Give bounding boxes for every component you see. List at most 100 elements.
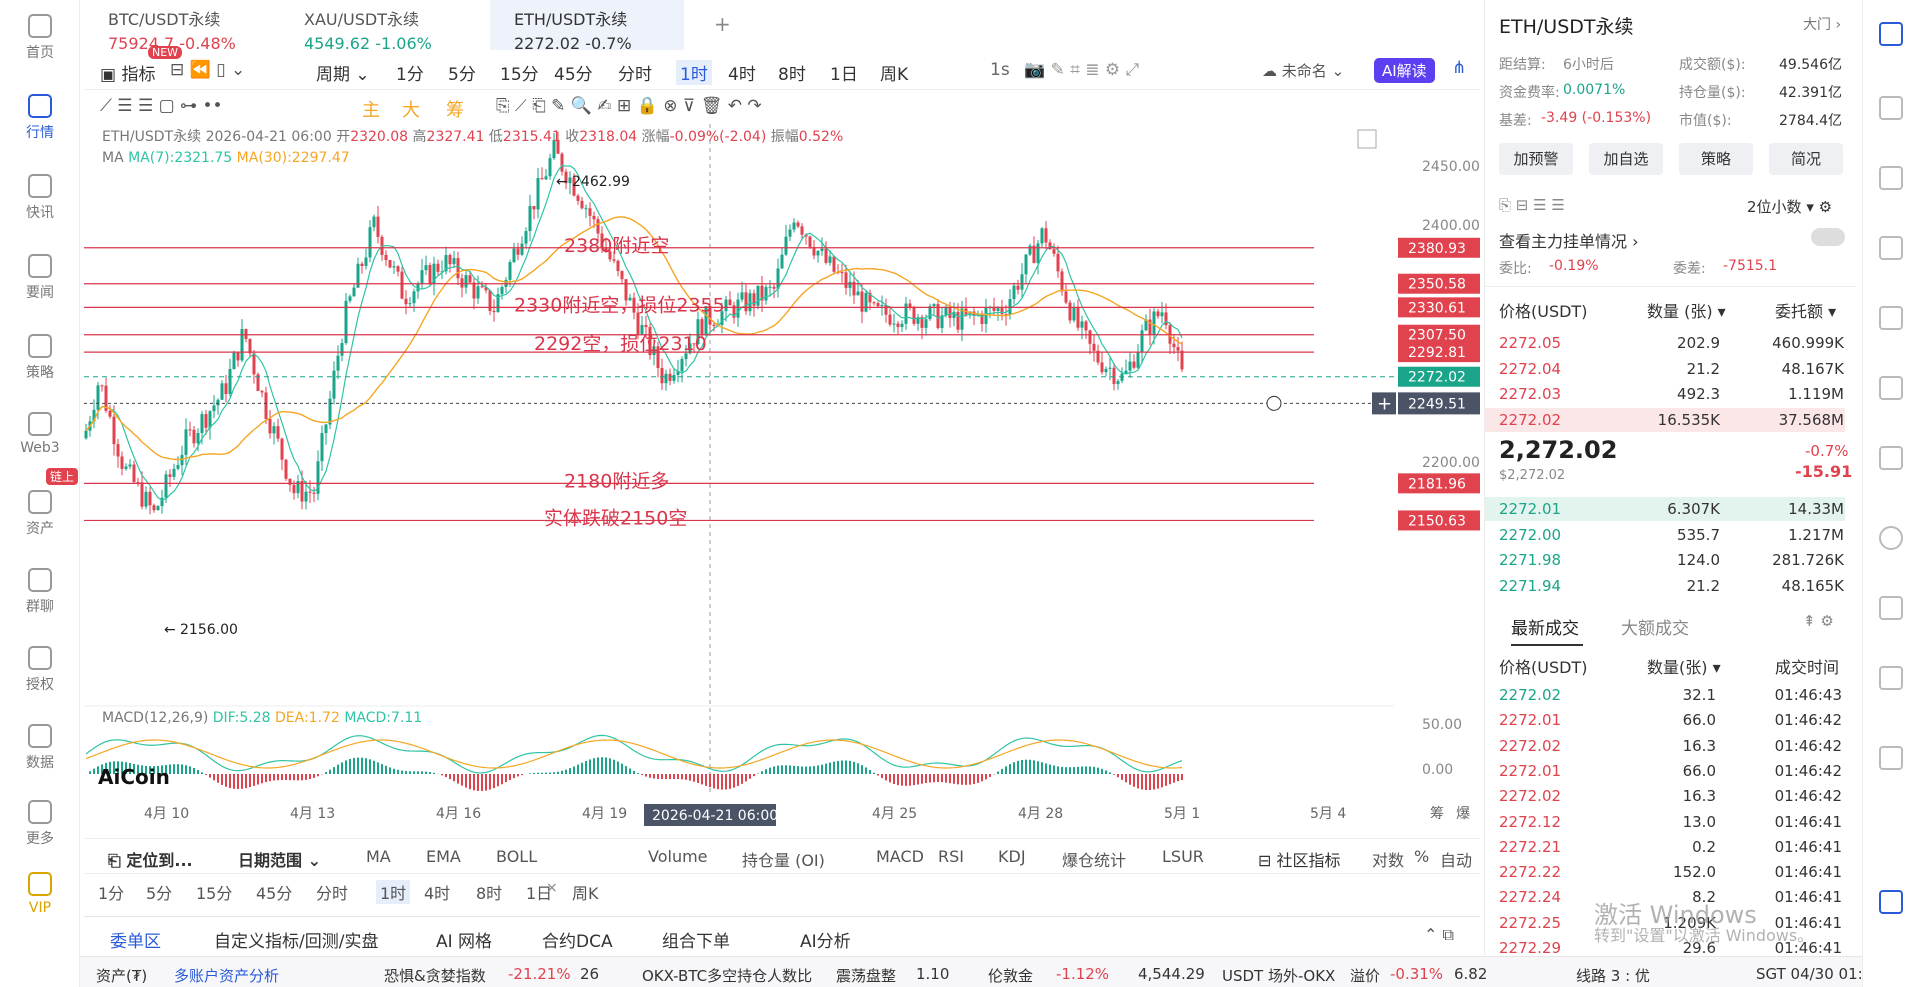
interval-row-item-0[interactable]: 1分 bbox=[98, 880, 124, 904]
indicator-item-0[interactable]: MA bbox=[366, 847, 391, 866]
sidebar-item-6[interactable]: 资产 bbox=[0, 490, 80, 538]
ai-button[interactable]: AI解读 bbox=[1374, 58, 1435, 83]
indicator-item-1[interactable]: EMA bbox=[426, 847, 461, 866]
interval-6[interactable]: 4时 bbox=[728, 60, 756, 85]
trade-header-qty[interactable]: 数量(张) ▾ bbox=[1647, 654, 1721, 678]
log-toggle[interactable]: 对数 bbox=[1372, 847, 1404, 871]
indicator-item-7[interactable]: KDJ bbox=[998, 847, 1026, 866]
tab-large-trades[interactable]: 大额成交 bbox=[1621, 614, 1689, 639]
bottom-tab-3[interactable]: 合约DCA bbox=[542, 927, 613, 952]
indicator-item-8[interactable]: 爆仓统计 bbox=[1062, 847, 1126, 871]
main-tool[interactable]: 主 bbox=[362, 96, 380, 122]
depth-toggle[interactable] bbox=[1811, 228, 1845, 246]
interval-5[interactable]: 1时 bbox=[676, 60, 712, 85]
sidebar-item-2[interactable]: 快讯 bbox=[0, 174, 80, 222]
interval-4[interactable]: 分时 bbox=[618, 60, 652, 85]
interval-1[interactable]: 5分 bbox=[448, 60, 476, 85]
indicator-item-5[interactable]: MACD bbox=[876, 847, 924, 866]
indicator-item-3[interactable]: Volume bbox=[648, 847, 708, 866]
bot-icon[interactable] bbox=[1879, 446, 1903, 470]
line-status[interactable]: 线路 3 : 优 bbox=[1576, 965, 1650, 986]
drawing-tools-icon[interactable]: ⟋ ☰ ☰ ▢ ⊶ •• bbox=[100, 96, 223, 116]
sidebar-item-8[interactable]: 授权 bbox=[0, 646, 80, 694]
interval-row-item-6[interactable]: 4时 bbox=[424, 880, 450, 904]
interval-2[interactable]: 15分 bbox=[500, 60, 539, 85]
percent-toggle[interactable]: % bbox=[1414, 847, 1429, 866]
etf-icon[interactable] bbox=[1879, 376, 1903, 400]
interval-7[interactable]: 8时 bbox=[778, 60, 806, 85]
document-icon[interactable] bbox=[1879, 96, 1903, 120]
interval-9[interactable]: 周K bbox=[880, 60, 908, 85]
sidebar-item-4[interactable]: 策略 bbox=[0, 334, 80, 382]
bottom-tab-2[interactable]: AI 网格 bbox=[436, 927, 492, 952]
depth-tools-icons[interactable]: ⎘ ⊟ ☰ ☰ bbox=[1499, 196, 1565, 214]
calendar-icon[interactable] bbox=[1879, 306, 1903, 330]
interval-0[interactable]: 1分 bbox=[396, 60, 424, 85]
indicator-item-9[interactable]: LSUR bbox=[1162, 847, 1204, 866]
interval-row-item-2[interactable]: 15分 bbox=[196, 880, 232, 904]
interval-row-item-4[interactable]: 分时 bbox=[316, 880, 348, 904]
period-dropdown[interactable]: 周期 ⌄ bbox=[316, 60, 370, 85]
interval-8[interactable]: 1日 bbox=[830, 60, 858, 85]
toolbar-icons[interactable]: 📷 ✎ ⌗ ≣ ⚙ ⤢ bbox=[1024, 60, 1139, 80]
interval-row-item-5[interactable]: 1时 bbox=[376, 880, 411, 904]
sidebar-item-3[interactable]: 要闻 bbox=[0, 254, 80, 302]
layout-name-dropdown[interactable]: ☁ 未命名 ⌄ bbox=[1262, 60, 1344, 81]
share-icon[interactable]: ⋔ bbox=[1452, 58, 1466, 78]
panel-button-0[interactable]: 加预警 bbox=[1499, 143, 1573, 175]
layout-icon[interactable]: ⊟ ⏪ ▯ ⌄ bbox=[170, 60, 245, 80]
tab-btc[interactable]: BTC/USDT永续 75924.7 -0.48% bbox=[84, 0, 274, 53]
decimals-dropdown[interactable]: 2位小数 ▾ ⚙ bbox=[1747, 196, 1832, 217]
tab-eth[interactable]: ETH/USDT永续 2272.02 -0.7% bbox=[490, 0, 684, 53]
chip-tool[interactable]: 筹 bbox=[446, 96, 464, 122]
interval-row-item-7[interactable]: 8时 bbox=[476, 880, 502, 904]
venue-link[interactable]: 大门 › bbox=[1803, 14, 1841, 34]
note-icon[interactable] bbox=[1879, 746, 1903, 770]
orderbook-icon[interactable] bbox=[1879, 22, 1903, 46]
close-interval-icon[interactable]: × bbox=[546, 880, 558, 896]
bars-icon[interactable] bbox=[1879, 236, 1903, 260]
chatbot-icon[interactable] bbox=[1879, 890, 1903, 914]
sidebar-item-0[interactable]: 首页 bbox=[0, 14, 80, 62]
interval-row-item-1[interactable]: 5分 bbox=[146, 880, 172, 904]
indicator-item-2[interactable]: BOLL bbox=[496, 847, 537, 866]
tab-latest-trades[interactable]: 最新成交 bbox=[1511, 614, 1579, 639]
indicator-item-6[interactable]: RSI bbox=[938, 847, 964, 866]
indicator-item-4[interactable]: 持仓量 (OI) bbox=[742, 847, 825, 871]
tool-icons[interactable]: ⎘ ⟋ ⎗ ✎ 🔍 ✍ ⊞ 🔒 ⊗ ⊽ 🗑 ↶ ↷ bbox=[496, 96, 762, 116]
locate-button[interactable]: ⎗ 定位到... bbox=[108, 847, 193, 871]
indicator-button[interactable]: ▣ 指标 bbox=[100, 60, 155, 85]
multi-account-link[interactable]: 多账户资产分析 bbox=[174, 965, 279, 986]
add-tab-icon[interactable]: + bbox=[714, 12, 731, 36]
coin-icon[interactable] bbox=[1879, 666, 1903, 690]
panel-button-3[interactable]: 简况 bbox=[1769, 143, 1843, 175]
book-icon[interactable] bbox=[1879, 166, 1903, 190]
interval-row-item-3[interactable]: 45分 bbox=[256, 880, 292, 904]
trade-settings-icons[interactable]: ⇞ ⚙ bbox=[1803, 612, 1834, 630]
auto-toggle[interactable]: 自动 bbox=[1440, 847, 1472, 871]
sidebar-item-5[interactable]: Web3 bbox=[0, 412, 80, 456]
interval-3[interactable]: 45分 bbox=[554, 60, 593, 85]
calculator-icon[interactable] bbox=[1879, 596, 1903, 620]
big-tool[interactable]: 大 bbox=[402, 96, 420, 122]
panel-collapse-icon[interactable]: ⌃ ⧉ bbox=[1424, 925, 1454, 945]
seconds-button[interactable]: 1s bbox=[990, 60, 1010, 80]
depth-link[interactable]: 查看主力挂单情况 › bbox=[1499, 228, 1639, 252]
community-indicator-button[interactable]: ⊟ 社区指标 bbox=[1258, 847, 1341, 871]
interval-row-item-9[interactable]: 周K bbox=[572, 880, 599, 904]
sidebar-item-9[interactable]: 数据 bbox=[0, 724, 80, 772]
bottom-tab-1[interactable]: 自定义指标/回测/实盘 bbox=[214, 927, 378, 952]
ob-header-qty[interactable]: 数量 (张) ▾ bbox=[1647, 298, 1726, 322]
tab-xau[interactable]: XAU/USDT永续 4549.62 -1.06% bbox=[280, 0, 470, 53]
sidebar-item-7[interactable]: 群聊 bbox=[0, 568, 80, 616]
sidebar-item-10[interactable]: 更多 bbox=[0, 800, 80, 848]
bottom-tab-0[interactable]: 委单区 bbox=[110, 927, 161, 952]
bottom-tab-5[interactable]: AI分析 bbox=[800, 927, 851, 952]
ob-header-amount[interactable]: 委托额 ▾ bbox=[1775, 298, 1836, 322]
sidebar-item-11[interactable]: VIP bbox=[0, 872, 80, 916]
date-range-dropdown[interactable]: 日期范围 ⌄ bbox=[238, 847, 321, 871]
panel-button-2[interactable]: 策略 bbox=[1679, 143, 1753, 175]
bottom-tab-4[interactable]: 组合下单 bbox=[662, 927, 730, 952]
sidebar-item-1[interactable]: 行情 bbox=[0, 94, 80, 142]
swap-icon[interactable] bbox=[1879, 526, 1903, 550]
